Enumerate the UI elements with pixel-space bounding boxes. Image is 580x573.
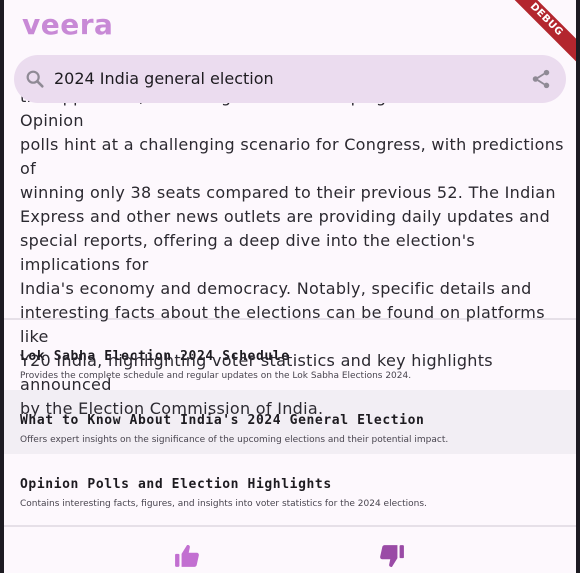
- thumb-down-icon[interactable]: [379, 543, 405, 569]
- summary-line: polls hint at a challenging scenario for…: [20, 135, 564, 178]
- summary-line: Express and other news outlets are provi…: [20, 207, 551, 226]
- feedback-bar: [4, 527, 576, 573]
- app-screen: veera DEBUG 2024 India general election …: [4, 0, 576, 573]
- result-description: Contains interesting facts, figures, and…: [20, 499, 427, 509]
- summary-line: Y20 India, highlighting voter statistics…: [20, 351, 493, 394]
- result-item[interactable]: Opinion Polls and Election Highlights Co…: [4, 454, 576, 518]
- search-bar[interactable]: 2024 India general election: [14, 55, 566, 103]
- summary-line: special reports, offering a deep dive in…: [20, 231, 476, 274]
- summary-text: the opposition, indicating a heated camp…: [20, 85, 565, 421]
- summary-line: winning only 38 seats compared to their …: [20, 183, 556, 202]
- result-title[interactable]: Opinion Polls and Election Highlights: [20, 477, 332, 492]
- result-description: Offers expert insights on the significan…: [20, 435, 449, 445]
- summary-line: India's economy and democracy. Notably, …: [20, 279, 532, 298]
- search-icon[interactable]: [24, 68, 46, 90]
- search-input[interactable]: 2024 India general election: [54, 69, 274, 88]
- thumb-up-icon[interactable]: [174, 543, 200, 569]
- summary-line: interesting facts about the elections ca…: [20, 303, 545, 346]
- share-icon[interactable]: [530, 68, 552, 90]
- app-logo: veera: [22, 8, 114, 41]
- summary-line: by the Election Commission of India.: [20, 399, 324, 418]
